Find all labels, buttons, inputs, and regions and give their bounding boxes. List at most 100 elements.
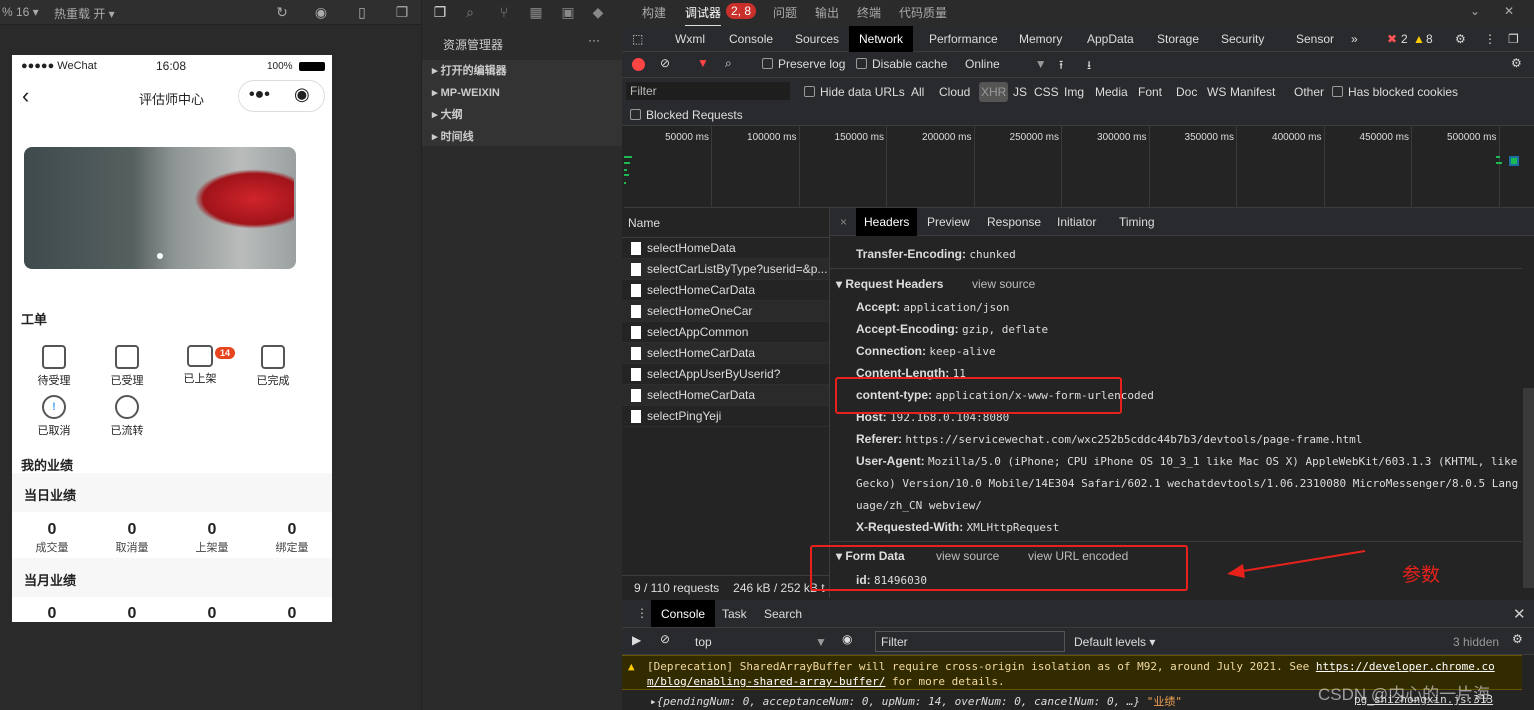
tree-item[interactable]: ▸ 时间线 bbox=[422, 126, 623, 148]
drawer-menu-icon[interactable]: ⋮ bbox=[636, 606, 648, 620]
drawer-tab-console[interactable]: Console bbox=[651, 600, 716, 627]
inspect-icon[interactable]: ⬚ bbox=[632, 32, 643, 46]
tab-network[interactable]: Network bbox=[849, 26, 914, 52]
dock-icon[interactable]: ❐ bbox=[1508, 32, 1519, 46]
request-row[interactable]: selectHomeOneCar bbox=[622, 301, 829, 322]
refresh-icon[interactable]: ↻ bbox=[274, 4, 290, 20]
request-row[interactable]: selectCarListByType?userid=&p... bbox=[622, 259, 829, 280]
docker-icon[interactable]: ◆ bbox=[590, 4, 606, 20]
request-row[interactable]: selectPingYeji bbox=[622, 406, 829, 427]
phone-icon[interactable]: ▯ bbox=[354, 4, 370, 20]
tab-storage[interactable]: Storage bbox=[1157, 32, 1199, 46]
export-icon[interactable]: ⭳ bbox=[1087, 56, 1091, 77]
tab-code-quality[interactable]: 代码质量 bbox=[899, 4, 947, 21]
tab-build[interactable]: 构建 bbox=[642, 4, 666, 21]
filter-other[interactable]: Other bbox=[1294, 85, 1324, 99]
request-row[interactable]: selectAppUserByUserid?userid=... bbox=[622, 364, 829, 402]
view-source-link[interactable]: view source bbox=[972, 277, 1035, 291]
request-row[interactable]: selectHomeCarData bbox=[622, 280, 829, 301]
request-row[interactable]: selectHomeData bbox=[622, 238, 829, 259]
close-miniprogram-icon[interactable]: ◉ bbox=[294, 84, 310, 105]
context-select[interactable]: top bbox=[695, 635, 712, 649]
filter-css[interactable]: CSS bbox=[1034, 85, 1059, 99]
banner-image[interactable] bbox=[24, 147, 296, 269]
levels-select[interactable]: Default levels ▾ bbox=[1074, 635, 1155, 649]
import-icon[interactable]: ⭱ bbox=[1059, 56, 1063, 77]
filter-xhr[interactable]: XHR bbox=[979, 82, 1009, 102]
console-filter-input[interactable]: Filter bbox=[875, 631, 1065, 652]
request-headers-section[interactable]: ▾ Request Headers bbox=[836, 277, 943, 291]
tab-sources[interactable]: Sources bbox=[795, 32, 839, 46]
tab-memory[interactable]: Memory bbox=[1019, 32, 1062, 46]
settings-icon[interactable]: ⚙ bbox=[1511, 56, 1522, 70]
throttle-select[interactable]: Online ▼ bbox=[965, 57, 1047, 71]
filter-icon[interactable]: ▼ bbox=[697, 56, 709, 70]
filter-js[interactable]: JS bbox=[1013, 85, 1027, 99]
tab-initiator[interactable]: Initiator bbox=[1057, 215, 1096, 229]
eye-icon[interactable]: ◉ bbox=[842, 632, 852, 646]
zoom-select[interactable]: % 16 ▾ bbox=[2, 5, 39, 19]
hot-reload-toggle[interactable]: 热重载 开 ▾ bbox=[54, 5, 115, 22]
warning-link[interactable]: https://developer.chrome.co bbox=[1316, 660, 1495, 673]
hide-data-urls-checkbox[interactable]: Hide data URLs bbox=[804, 85, 905, 99]
tab-performance[interactable]: Performance bbox=[929, 32, 998, 46]
filter-manifest[interactable]: Manifest bbox=[1230, 85, 1275, 99]
tab-sensor[interactable]: Sensor bbox=[1296, 32, 1334, 46]
scrollbar[interactable] bbox=[1523, 388, 1534, 588]
extensions-icon[interactable]: ▦ bbox=[528, 4, 544, 20]
record-icon[interactable] bbox=[632, 58, 645, 71]
close-icon[interactable]: × bbox=[840, 215, 847, 229]
search-icon[interactable]: ⌕ bbox=[462, 4, 478, 20]
tab-response[interactable]: Response bbox=[987, 215, 1041, 229]
filter-cloud[interactable]: Cloud bbox=[939, 85, 970, 99]
tab-wxml[interactable]: Wxml bbox=[675, 32, 705, 46]
more-tabs-icon[interactable]: » bbox=[1351, 32, 1358, 46]
filter-all[interactable]: All bbox=[911, 85, 924, 99]
warning-count[interactable]: 8 bbox=[1426, 32, 1433, 46]
order-cancelled[interactable]: ! 已取消 bbox=[24, 395, 84, 438]
disable-cache-checkbox[interactable]: Disable cache bbox=[856, 57, 947, 71]
filter-doc[interactable]: Doc bbox=[1176, 85, 1197, 99]
tab-appdata[interactable]: AppData bbox=[1087, 32, 1134, 46]
warning-link[interactable]: m/blog/enabling-shared-array-buffer/ bbox=[647, 675, 885, 688]
tab-console[interactable]: Console bbox=[729, 32, 773, 46]
tab-debugger[interactable]: 调试器 bbox=[685, 4, 722, 27]
filter-ws[interactable]: WS bbox=[1207, 85, 1226, 99]
git-icon[interactable]: ⑂ bbox=[496, 4, 512, 20]
name-column-header[interactable]: Name bbox=[622, 208, 829, 238]
request-row[interactable]: selectHomeCarData bbox=[622, 343, 829, 364]
save-icon[interactable]: ▣ bbox=[560, 4, 576, 20]
tab-terminal[interactable]: 终端 bbox=[857, 4, 881, 21]
close-icon[interactable]: ✕ bbox=[1504, 4, 1514, 18]
search-icon[interactable]: ⌕ bbox=[725, 56, 732, 71]
drawer-tab-task[interactable]: Task bbox=[722, 607, 747, 621]
tab-headers[interactable]: Headers bbox=[856, 208, 918, 236]
tree-item[interactable]: ▸ MP-WEIXIN bbox=[422, 82, 623, 104]
settings-icon[interactable]: ⚙ bbox=[1512, 632, 1523, 646]
clear-icon[interactable]: ⊘ bbox=[660, 56, 670, 70]
filter-font[interactable]: Font bbox=[1138, 85, 1162, 99]
menu-icon[interactable]: ⋮ bbox=[1484, 32, 1496, 46]
files-icon[interactable]: ❐ bbox=[432, 4, 448, 20]
network-timeline[interactable]: 50000 ms 100000 ms 150000 ms 200000 ms 25000… bbox=[624, 126, 1534, 208]
tree-item[interactable]: ▸ 打开的编辑器 bbox=[422, 60, 623, 82]
settings-icon[interactable]: ⚙ bbox=[1455, 32, 1466, 46]
clear-console-icon[interactable]: ⊘ bbox=[660, 632, 670, 646]
tree-item[interactable]: ▸ 大纲 bbox=[422, 104, 623, 126]
close-drawer-icon[interactable]: ✕ bbox=[1513, 605, 1526, 623]
filter-img[interactable]: Img bbox=[1064, 85, 1084, 99]
filter-input[interactable]: Filter bbox=[626, 82, 790, 100]
tab-problems[interactable]: 问题 bbox=[773, 4, 797, 21]
window-icon[interactable]: ❐ bbox=[394, 4, 410, 20]
error-count[interactable]: 2 bbox=[1401, 32, 1408, 46]
filter-media[interactable]: Media bbox=[1095, 85, 1128, 99]
request-row[interactable]: selectHomeCarData bbox=[622, 385, 829, 406]
tab-preview[interactable]: Preview bbox=[927, 215, 970, 229]
request-row[interactable]: selectAppCommon bbox=[622, 322, 829, 343]
collapse-icon[interactable]: ⌄ bbox=[1470, 4, 1480, 18]
more-icon[interactable]: ··· bbox=[588, 33, 600, 47]
sidebar-toggle-icon[interactable]: ▶ bbox=[632, 633, 641, 647]
blocked-requests-checkbox[interactable]: Blocked Requests bbox=[630, 108, 743, 122]
console-log[interactable]: ▸{pendingNum: 0, acceptanceNum: 0, upNum… bbox=[650, 693, 1182, 709]
blocked-cookies-checkbox[interactable]: Has blocked cookies bbox=[1332, 85, 1458, 99]
